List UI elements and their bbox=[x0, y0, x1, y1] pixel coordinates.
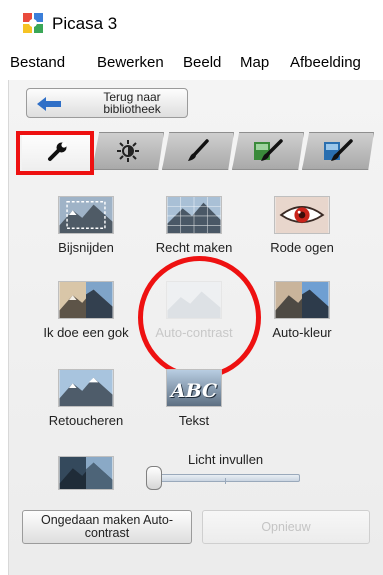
brush-icon bbox=[188, 139, 209, 161]
picasa-app-icon bbox=[23, 13, 43, 33]
straighten-thumbnail bbox=[166, 196, 222, 234]
retouch-thumbnail bbox=[58, 369, 114, 407]
crop-thumbnail bbox=[58, 196, 114, 234]
straighten-label: Recht maken bbox=[155, 240, 233, 255]
auto-color-tool[interactable]: Auto-kleur bbox=[254, 281, 350, 345]
menu-bar: Bestand Bewerken Beeld Map Afbeelding bbox=[0, 44, 383, 84]
back-arrow-icon bbox=[37, 97, 61, 111]
back-label-line2: bibliotheek bbox=[103, 102, 161, 116]
crop-tool[interactable]: Bijsnijden bbox=[38, 196, 134, 260]
fill-light-label: Licht invullen bbox=[188, 452, 264, 467]
back-to-library-label: Terug naar bibliotheek bbox=[77, 91, 187, 115]
straighten-tool[interactable]: Recht maken bbox=[146, 196, 242, 260]
fill-light-slider-handle[interactable] bbox=[146, 466, 162, 490]
auto-color-thumbnail bbox=[274, 281, 330, 319]
text-thumbnail: ABC bbox=[166, 369, 222, 407]
undo-label-line2: contrast bbox=[84, 526, 130, 540]
green-brush-icon bbox=[254, 139, 283, 161]
text-label: Tekst bbox=[178, 413, 210, 428]
back-to-library-button[interactable]: Terug naar bibliotheek bbox=[26, 88, 188, 118]
crop-label: Bijsnijden bbox=[58, 240, 114, 255]
menu-map[interactable]: Map bbox=[240, 54, 269, 71]
tab-effects-2[interactable] bbox=[232, 132, 304, 170]
auto-contrast-highlight-circle bbox=[138, 256, 261, 379]
tab-highlight-box bbox=[16, 131, 94, 175]
menu-afbeelding[interactable]: Afbeelding bbox=[290, 54, 361, 71]
redeye-label: Rode ogen bbox=[270, 240, 334, 255]
red-eye-thumbnail bbox=[274, 196, 330, 234]
retouch-tool[interactable]: Retoucheren bbox=[38, 369, 134, 433]
title-bar: Picasa 3 bbox=[0, 0, 383, 44]
text-tool[interactable]: ABC Tekst bbox=[146, 369, 242, 433]
tab-effects-3[interactable] bbox=[302, 132, 374, 170]
retouch-label: Retoucheren bbox=[48, 413, 124, 428]
fill-light-thumbnail bbox=[58, 456, 114, 490]
slider-tick bbox=[225, 478, 226, 484]
redeye-tool[interactable]: Rode ogen bbox=[254, 196, 350, 260]
auto-color-label: Auto-kleur bbox=[272, 325, 332, 340]
tab-tuning[interactable] bbox=[92, 132, 164, 170]
sun-icon bbox=[117, 140, 139, 162]
feeling-lucky-tool[interactable]: Ik doe een gok bbox=[38, 281, 134, 345]
blue-brush-icon bbox=[324, 139, 353, 161]
redo-button[interactable]: Opnieuw bbox=[202, 510, 370, 544]
text-thumbnail-abc: ABC bbox=[170, 380, 218, 402]
menu-beeld[interactable]: Beeld bbox=[183, 54, 221, 71]
menu-bestand[interactable]: Bestand bbox=[10, 54, 65, 71]
feeling-lucky-label: Ik doe een gok bbox=[43, 325, 129, 340]
window-title: Picasa 3 bbox=[52, 14, 118, 33]
tab-effects-1[interactable] bbox=[162, 132, 234, 170]
undo-auto-contrast-button[interactable]: Ongedaan maken Auto- contrast bbox=[22, 510, 192, 544]
feeling-lucky-thumbnail bbox=[58, 281, 114, 319]
menu-bewerken[interactable]: Bewerken bbox=[97, 54, 164, 71]
